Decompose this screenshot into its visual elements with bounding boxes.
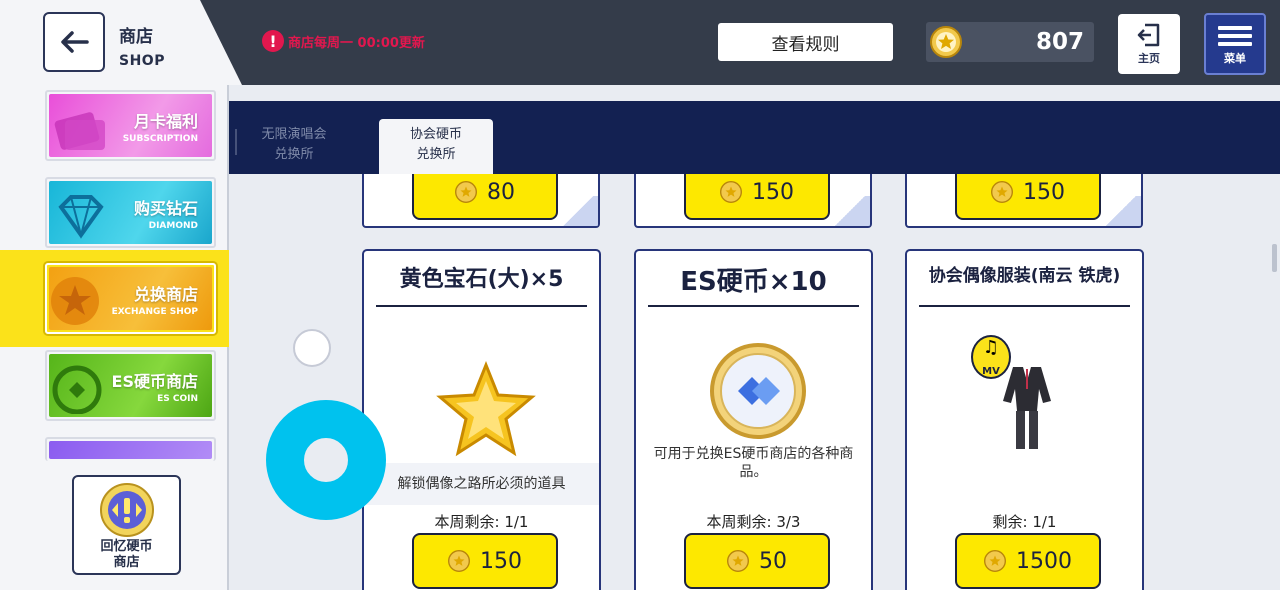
menu-button[interactable]: 菜单 bbox=[1204, 13, 1266, 75]
home-button[interactable]: 主页 bbox=[1118, 14, 1180, 74]
memory-coin-shop-label-line1: 回忆硬币 bbox=[100, 539, 153, 554]
coin-balance: 807 bbox=[926, 22, 1094, 62]
exit-icon bbox=[1137, 23, 1160, 47]
coin-icon bbox=[727, 550, 749, 572]
price-button[interactable]: 1500 bbox=[955, 533, 1101, 589]
cards-icon bbox=[54, 112, 105, 150]
price-value: 150 bbox=[480, 548, 522, 574]
view-rules-button[interactable]: 查看规则 bbox=[718, 23, 893, 61]
tab-bar: 无限演唱会 兑换所 协会硬币 兑换所 bbox=[229, 101, 1280, 174]
item-remaining: 本周剩余: 1/1 bbox=[434, 513, 529, 531]
item-description: 可用于兑换ES硬币商店的各种商品。 bbox=[653, 446, 854, 480]
coin-icon bbox=[455, 181, 477, 203]
item-card-partial[interactable]: 150 bbox=[905, 174, 1143, 228]
es-coin-icon bbox=[710, 343, 806, 439]
price-button[interactable]: 50 bbox=[684, 533, 830, 589]
item-card-es-coin[interactable]: ES硬币×10 可用于兑换ES硬币商店的各种商品。 本周剩余: 3/3 50 bbox=[634, 249, 873, 590]
page-title: 商店 SHOP bbox=[119, 22, 165, 69]
tab-label-line2: 兑换所 bbox=[416, 147, 456, 162]
coin-balance-value: 807 bbox=[1035, 29, 1084, 55]
sidebar-item-es-coin[interactable]: ES硬币商店 ES COIN bbox=[45, 350, 216, 421]
price-button[interactable]: 150 bbox=[684, 174, 830, 220]
tab-live-exchange[interactable]: 无限演唱会 兑换所 bbox=[237, 119, 351, 174]
card-corner-decoration bbox=[1101, 196, 1141, 226]
coin-icon bbox=[991, 181, 1013, 203]
sidebar-item-subscription[interactable]: 月卡福利 SUBSCRIPTION bbox=[45, 90, 216, 161]
item-card-partial[interactable]: 150 bbox=[634, 174, 872, 228]
tab-label-line1: 协会硬币 bbox=[409, 127, 462, 142]
sidebar-item-exchange-shop[interactable]: 兑换商店 EXCHANGE SHOP bbox=[45, 263, 216, 334]
item-card-costume[interactable]: 协会偶像服装(南云 铁虎) ♫ MV 剩余: 1/1 1500 bbox=[905, 249, 1144, 590]
coin-icon bbox=[448, 550, 470, 572]
back-button[interactable] bbox=[43, 12, 105, 72]
tab-label-line2: 兑换所 bbox=[274, 147, 314, 162]
page-title-cn: 商店 bbox=[119, 27, 153, 47]
item-grid: 80 150 150 黄色宝石(大)×5 解锁偶像之路所必须的道具 本周剩余: … bbox=[229, 174, 1280, 590]
menu-label: 菜单 bbox=[1224, 52, 1246, 65]
item-card-yellow-gem[interactable]: 黄色宝石(大)×5 解锁偶像之路所必须的道具 本周剩余: 1/1 150 bbox=[362, 249, 601, 590]
sidebar-item-sublabel: SUBSCRIPTION bbox=[122, 134, 198, 144]
yellow-gem-icon bbox=[436, 361, 536, 457]
sidebar: 月卡福利 SUBSCRIPTION 购买钻石 DIAMOND 兑换商店 EXCH… bbox=[0, 85, 229, 590]
sidebar-item-label: 月卡福利 bbox=[133, 112, 198, 131]
price-value: 80 bbox=[487, 179, 515, 205]
coin-icon bbox=[930, 26, 962, 58]
scrollbar[interactable] bbox=[1272, 244, 1277, 272]
coin-icon bbox=[984, 550, 1006, 572]
item-title: ES硬币×10 bbox=[680, 267, 827, 297]
mv-badge-label: MV bbox=[982, 366, 1000, 377]
refresh-notice: ! 商店每周一 00:00更新 bbox=[262, 30, 425, 52]
refresh-notice-text: 商店每周一 00:00更新 bbox=[288, 35, 425, 51]
sidebar-item-sublabel: ES COIN bbox=[157, 394, 198, 404]
item-title: 协会偶像服装(南云 铁虎) bbox=[928, 266, 1121, 286]
item-title: 黄色宝石(大)×5 bbox=[399, 267, 564, 292]
memory-coin-shop-label-line2: 商店 bbox=[113, 555, 140, 570]
title-divider bbox=[919, 305, 1130, 307]
top-bar: 商店 SHOP ! 商店每周一 00:00更新 查看规则 807 主页 菜单 bbox=[0, 0, 1280, 85]
item-description: 解锁偶像之路所必须的道具 bbox=[397, 476, 566, 492]
home-label: 主页 bbox=[1138, 52, 1160, 65]
price-button[interactable]: 80 bbox=[412, 174, 558, 220]
back-arrow-icon bbox=[61, 31, 89, 53]
es-coin-icon bbox=[52, 365, 102, 414]
price-button[interactable]: 150 bbox=[955, 174, 1101, 220]
price-button[interactable]: 150 bbox=[412, 533, 558, 589]
star-coin-icon bbox=[51, 277, 99, 325]
memory-coin-shop-button[interactable]: 回忆硬币 商店 bbox=[72, 475, 181, 575]
tab-label-line1: 无限演唱会 bbox=[261, 127, 327, 142]
hamburger-icon bbox=[1218, 22, 1252, 50]
item-remaining: 剩余: 1/1 bbox=[992, 513, 1057, 531]
diamond-icon bbox=[58, 195, 104, 239]
memory-coin-icon bbox=[100, 483, 154, 537]
sidebar-item-label: 兑换商店 bbox=[133, 285, 198, 304]
card-corner-decoration bbox=[830, 196, 870, 226]
price-value: 50 bbox=[759, 548, 787, 574]
sidebar-item-partial[interactable] bbox=[45, 437, 216, 461]
title-divider bbox=[376, 305, 587, 307]
costume-icon bbox=[1003, 367, 1051, 449]
sidebar-item-diamond[interactable]: 购买钻石 DIAMOND bbox=[45, 177, 216, 248]
item-remaining: 本周剩余: 3/3 bbox=[706, 513, 801, 531]
sidebar-item-label: 购买钻石 bbox=[133, 199, 198, 218]
price-value: 1500 bbox=[1016, 548, 1072, 574]
alert-icon: ! bbox=[262, 30, 284, 52]
sidebar-item-sublabel: DIAMOND bbox=[148, 221, 198, 231]
touch-indicator-ring bbox=[266, 400, 386, 520]
coin-icon bbox=[720, 181, 742, 203]
page-title-en: SHOP bbox=[119, 53, 165, 69]
card-corner-decoration bbox=[558, 196, 598, 226]
price-value: 150 bbox=[752, 179, 794, 205]
item-card-partial[interactable]: 80 bbox=[362, 174, 600, 228]
memory-coin-shop-label: 回忆硬币 商店 bbox=[74, 539, 179, 571]
tab-association-coin-exchange[interactable]: 协会硬币 兑换所 bbox=[379, 119, 493, 174]
sidebar-item-label: ES硬币商店 bbox=[111, 372, 198, 391]
touch-indicator-small bbox=[293, 329, 331, 367]
price-value: 150 bbox=[1023, 179, 1065, 205]
sidebar-item-sublabel: EXCHANGE SHOP bbox=[111, 307, 198, 317]
title-divider bbox=[648, 305, 859, 307]
